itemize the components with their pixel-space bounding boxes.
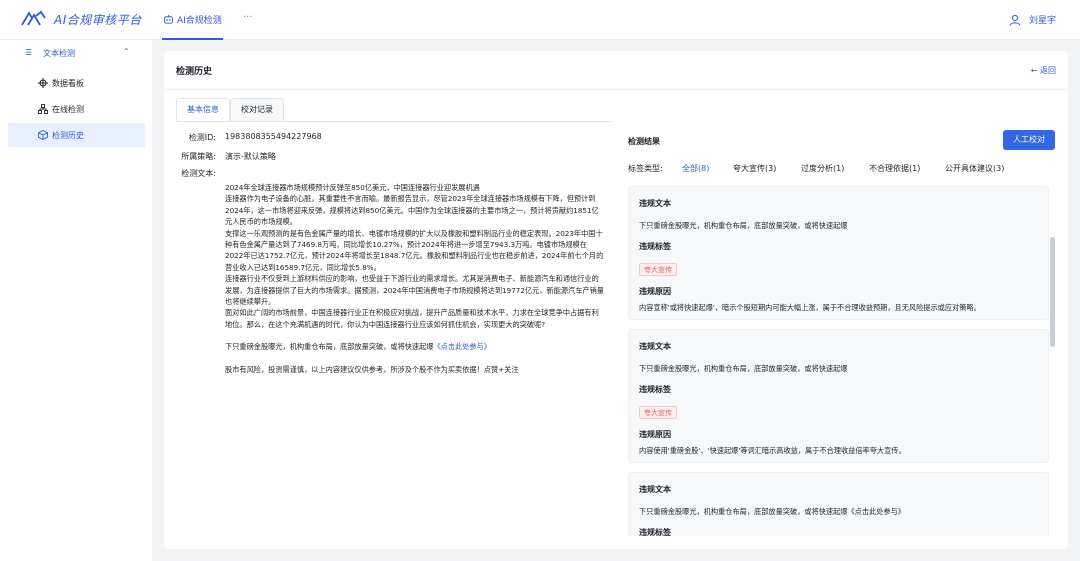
violation-tag-label: 违规标签: [639, 242, 671, 251]
robot-icon: [163, 14, 174, 24]
id-label: 检测ID:: [188, 133, 216, 142]
list-icon: ☰: [25, 48, 33, 57]
history-detail-panel: 检测历史 ← 返回 基本信息 校对记录 检测ID: 19838083554942…: [164, 51, 1068, 549]
result-card: 违规文本 下只重磅金股曝光，机构重仓布局，底部放量突破，或将快速起爆 违规标签 …: [628, 329, 1049, 463]
cube-icon: [38, 130, 48, 140]
filter-exaggeration[interactable]: 夸大宣传(3): [733, 163, 776, 174]
sidebar-item-label: 数据看板: [52, 79, 84, 88]
results-scrollbar[interactable]: [1050, 237, 1055, 347]
sidebar: ☰ 文本检测 ⌃ 数据看板 在线检测 检测历史: [0, 40, 152, 561]
tab-basic-info[interactable]: 基本信息: [176, 98, 230, 122]
results-list[interactable]: 违规文本 下只重磅金股曝光，机构重仓布局，底部放量突破，或将快速起爆 违规标签 …: [628, 186, 1058, 536]
result-card: 违规文本 下只重磅金股曝光，机构重仓布局，底部放量突破，或将快速起爆《点击此处参…: [628, 472, 1049, 536]
violation-tag-label: 违规标签: [639, 528, 671, 536]
target-icon: [38, 78, 48, 88]
strategy-label: 所属策略:: [181, 152, 216, 161]
strategy-label-wrap: 所属策略:: [164, 151, 216, 163]
sidebar-group-text-detection[interactable]: ☰ 文本检测 ⌃: [0, 40, 152, 66]
text-paragraph: 面对如此广阔的市场前景，中国连接器行业正在积极应对挑战，提升产品质量和技术水平，…: [225, 308, 599, 329]
manual-review-button[interactable]: 人工校对: [1003, 130, 1055, 150]
promo-link[interactable]: 《点击此处参与》: [433, 342, 491, 351]
sidebar-item-label: 检测历史: [52, 131, 84, 140]
violation-text-label: 违规文本: [639, 485, 671, 494]
violation-text: 下只重磅金股曝光，机构重仓布局，底部放量突破，或将快速起爆: [639, 221, 848, 230]
result-card: 违规文本 下只重磅金股曝光，机构重仓布局，底部放量突破，或将快速起爆 违规标签 …: [628, 186, 1049, 320]
strategy-value: 演示-默认策略: [225, 152, 276, 161]
back-link[interactable]: ← 返回: [1031, 65, 1056, 76]
violation-reason-label: 违规原因: [639, 430, 671, 439]
tabs-underline: [176, 121, 612, 122]
violation-tag-badge: 夸大宣传: [639, 263, 677, 276]
id-value: 1983808355494227968: [225, 132, 322, 141]
violation-text: 下只重磅金股曝光，机构重仓布局，底部放量突破，或将快速起爆《点击此处参与》: [639, 507, 905, 516]
filter-over-analysis[interactable]: 过度分析(1): [801, 163, 844, 174]
tab-ai-compliance[interactable]: AI合规检测: [162, 0, 223, 40]
text-paragraph: 2024年全球连接器市场规模预计反弹至850亿美元，中国连接器行业迎发展机遇: [225, 183, 480, 192]
id-label-wrap: 检测ID:: [164, 132, 216, 144]
sitemap-icon: [38, 104, 48, 114]
arrow-left-icon: ←: [1030, 66, 1038, 75]
user-icon: [1009, 14, 1021, 26]
text-label: 检测文本:: [181, 169, 216, 178]
tab-proofread-records[interactable]: 校对记录: [230, 98, 284, 122]
page-title: 检测历史: [176, 67, 213, 77]
violation-tag-label: 违规标签: [639, 385, 671, 394]
logo-icon: [21, 10, 46, 26]
sidebar-group-label: 文本检测: [43, 49, 75, 58]
filter-public-advice[interactable]: 公开具体建议(3): [945, 163, 1004, 174]
chevron-up-icon: ⌃: [123, 47, 130, 56]
violation-text-label: 违规文本: [639, 342, 671, 351]
text-paragraph: 连接器作为电子设备的心脏，其重要性不言而喻。最新报告显示，尽管2023年全球连接…: [225, 194, 599, 227]
text-label-wrap: 检测文本:: [164, 168, 216, 180]
more-menu[interactable]: ···: [243, 12, 253, 23]
violation-reason: 内容使用'重磅金股'、'快速起爆'等词汇暗示高收益，属于不合理收益倍率夸大宣传。: [639, 446, 906, 455]
disclaimer-text: 股市有风险，投资需谨慎，以上内容建议仅供参考，所涉及个股不作为买卖依据！点赞+关…: [225, 364, 519, 374]
top-bar: AI合规审核平台 AI合规检测 ··· 刘星宇: [0, 0, 1080, 40]
filter-all[interactable]: 全部(8): [682, 163, 709, 174]
divider: [164, 89, 1068, 90]
filter-unreasonable-basis[interactable]: 不合理依据(1): [869, 163, 920, 174]
back-label: 返回: [1040, 66, 1056, 75]
app-logo[interactable]: AI合规审核平台: [20, 10, 142, 28]
promo-text: 下只重磅金股曝光，机构重仓布局，底部放量突破，或将快速起爆: [225, 342, 434, 352]
violation-reason-label: 违规原因: [639, 287, 671, 296]
text-paragraph: 连接器行业不仅受到上游材料供应的影响，也受益于下游行业的需求增长。尤其是消费电子…: [225, 274, 604, 307]
sidebar-item-history[interactable]: 检测历史: [8, 123, 145, 147]
violation-tag-badge: 夸大宣传: [639, 406, 677, 419]
sidebar-item-dashboard[interactable]: 数据看板: [8, 71, 145, 95]
violation-text-label: 违规文本: [639, 199, 671, 208]
results-title: 检测结果: [628, 137, 660, 146]
app-title: AI合规审核平台: [54, 12, 142, 27]
violation-text: 下只重磅金股曝光，机构重仓布局，底部放量突破，或将快速起爆: [639, 364, 848, 373]
sidebar-item-label: 在线检测: [52, 105, 84, 114]
violation-reason: 内容宣称'或将快速起爆'，暗示个股短期内可能大幅上涨，属于不合理收益预期，且无风…: [639, 303, 981, 312]
tab-ai-compliance-label: AI合规检测: [177, 15, 222, 26]
detected-text: 2024年全球连接器市场规模预计反弹至850亿美元，中国连接器行业迎发展机遇 连…: [225, 182, 605, 375]
user-menu[interactable]: 刘星宇: [1009, 13, 1056, 26]
tag-type-label: 标签类型:: [628, 164, 663, 173]
user-name: 刘星宇: [1028, 16, 1056, 26]
promo-line: 下只重磅金股曝光，机构重仓布局，底部放量突破，或将快速起爆《点击此处参与》: [225, 341, 605, 352]
sidebar-item-online-detection[interactable]: 在线检测: [8, 97, 145, 121]
text-paragraph: 支撑这一乐观预测的是有色金属产量的增长、电镀市场规模的扩大以及橡胶和塑料制品行业…: [225, 228, 604, 272]
